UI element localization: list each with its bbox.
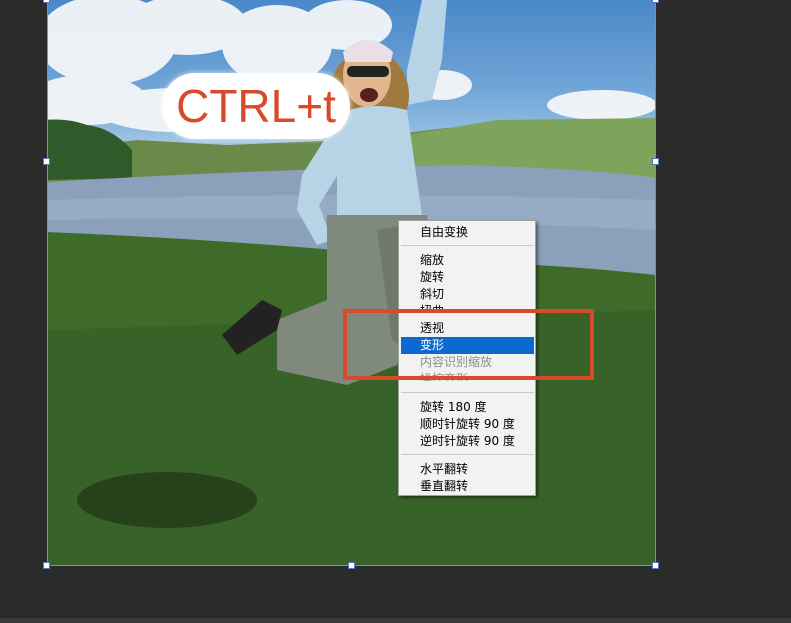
menu-item-flip-horizontal[interactable]: 水平翻转 — [401, 461, 534, 478]
shortcut-hint-text: CTRL+t — [176, 80, 336, 132]
menu-item-rotate[interactable]: 旋转 — [401, 269, 534, 286]
menu-separator — [401, 392, 534, 393]
menu-item-flip-vertical[interactable]: 垂直翻转 — [401, 478, 534, 495]
transform-handle-top-left[interactable] — [43, 0, 50, 3]
transform-handle-middle-right[interactable] — [652, 158, 659, 165]
menu-item-rotate-90-cw[interactable]: 顺时针旋转 90 度 — [401, 416, 534, 433]
transform-handle-middle-left[interactable] — [43, 158, 50, 165]
shadow — [77, 472, 257, 528]
transform-handle-bottom-left[interactable] — [43, 562, 50, 569]
status-strip — [0, 618, 791, 623]
menu-item-free-transform[interactable]: 自由变换 — [401, 224, 534, 241]
menu-item-skew[interactable]: 斜切 — [401, 286, 534, 303]
menu-item-rotate-180[interactable]: 旋转 180 度 — [401, 399, 534, 416]
menu-item-scale[interactable]: 缩放 — [401, 252, 534, 269]
menu-item-rotate-90-ccw[interactable]: 逆时针旋转 90 度 — [401, 433, 534, 450]
transform-handle-bottom-center[interactable] — [348, 562, 355, 569]
tree-cluster — [47, 119, 132, 180]
transform-handle-top-right[interactable] — [652, 0, 659, 3]
transform-handle-bottom-right[interactable] — [652, 562, 659, 569]
photo-canvas[interactable] — [47, 0, 656, 566]
menu-separator — [401, 454, 534, 455]
highlight-annotation-box — [343, 309, 594, 380]
photo-illustration — [47, 0, 656, 566]
menu-separator — [401, 245, 534, 246]
shortcut-hint-bubble: CTRL+t — [162, 73, 350, 139]
